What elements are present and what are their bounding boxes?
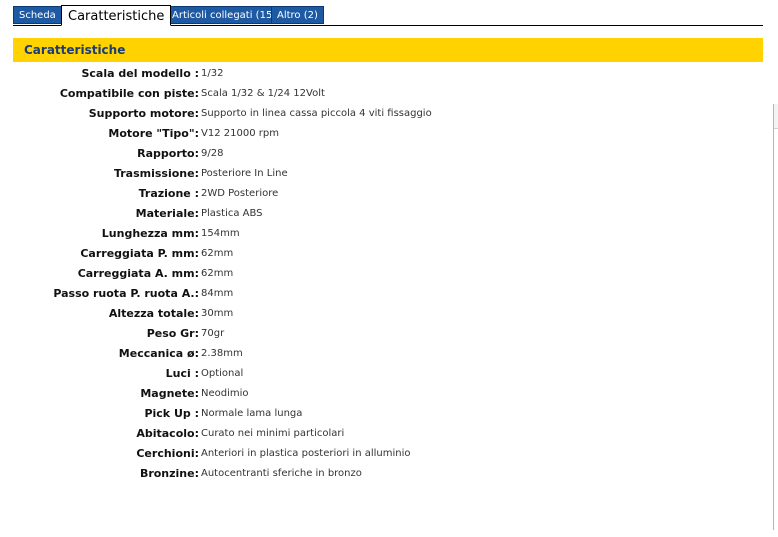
property-value: 62mm: [201, 248, 234, 259]
property-label: Pick Up :: [144, 407, 199, 420]
property-value: Autocentranti sferiche in bronzo: [201, 468, 362, 479]
property-value: Curato nei minimi particolari: [201, 428, 345, 439]
property-value: 2WD Posteriore: [201, 188, 279, 199]
property-label: Lunghezza mm:: [101, 227, 199, 240]
property-row: Pick Up : Normale lama lunga: [0, 404, 760, 424]
property-row: Abitacolo: Curato nei minimi particolari: [0, 424, 760, 444]
property-row: Trasmissione: Posteriore In Line: [0, 164, 760, 184]
property-value: V12 21000 rpm: [201, 128, 279, 139]
property-row: Carreggiata P. mm: 62mm: [0, 244, 760, 264]
property-row: Compatibile con piste: Scala 1/32 & 1/24 …: [0, 84, 760, 104]
property-row: Magnete: Neodimio: [0, 384, 760, 404]
property-row: Scala del modello :1/32: [0, 64, 760, 84]
scrollbar[interactable]: [773, 104, 778, 530]
property-label: Peso Gr:: [146, 327, 199, 340]
property-row: Luci : Optional: [0, 364, 760, 384]
property-value: Scala 1/32 & 1/24 12Volt: [201, 88, 325, 99]
property-value: 30mm: [201, 308, 234, 319]
property-row: Peso Gr: 70gr: [0, 324, 760, 344]
property-value: 154mm: [201, 228, 240, 239]
properties-list: Scala del modello :1/32 Compatibile con …: [0, 64, 760, 484]
property-row: Motore "Tipo": V12 21000 rpm: [0, 124, 760, 144]
property-row: Lunghezza mm: 154mm: [0, 224, 760, 244]
property-label: Rapporto:: [137, 147, 199, 160]
property-label: Luci :: [165, 367, 199, 380]
property-label: Carreggiata A. mm:: [77, 267, 199, 280]
property-row: Rapporto: 9/28: [0, 144, 760, 164]
property-label: Bronzine:: [139, 467, 199, 480]
property-label: Scala del modello :: [81, 67, 199, 80]
property-value: Normale lama lunga: [201, 408, 303, 419]
property-label: Passo ruota P. ruota A.:: [53, 287, 199, 300]
property-label: Magnete:: [140, 387, 199, 400]
property-row: Trazione :2WD Posteriore: [0, 184, 760, 204]
property-row: Bronzine: Autocentranti sferiche in bronz…: [0, 464, 760, 484]
property-value: Plastica ABS: [201, 208, 263, 219]
scrollbar-cap[interactable]: [774, 104, 778, 129]
property-value: Optional: [201, 368, 244, 379]
property-label: Meccanica ø:: [118, 347, 199, 360]
property-row: Cerchioni: Anteriori in plastica posterio…: [0, 444, 760, 464]
property-value: 84mm: [201, 288, 234, 299]
property-label: Trasmissione:: [113, 167, 199, 180]
section-title: Caratteristiche: [13, 38, 763, 62]
property-label: Supporto motore:: [88, 107, 199, 120]
property-label: Materiale:: [135, 207, 199, 220]
property-label: Motore "Tipo":: [108, 127, 199, 140]
property-label: Trazione :: [138, 187, 199, 200]
property-row: Carreggiata A. mm: 62mm: [0, 264, 760, 284]
property-value: 70gr: [201, 328, 225, 339]
property-label: Carreggiata P. mm:: [80, 247, 199, 260]
property-row: Supporto motore: Supporto in linea cassa …: [0, 104, 760, 124]
property-row: Meccanica ø: 2.38mm: [0, 344, 760, 364]
tab-caratteristiche[interactable]: Caratteristiche: [61, 5, 172, 26]
property-row: Materiale: Plastica ABS: [0, 204, 760, 224]
tab-scheda[interactable]: Scheda: [13, 6, 62, 24]
property-row: Altezza totale: 30mm: [0, 304, 760, 324]
property-label: Abitacolo:: [136, 427, 199, 440]
property-value: 1/32: [201, 68, 224, 79]
property-label: Cerchioni:: [136, 447, 199, 460]
property-value: 2.38mm: [201, 348, 243, 359]
tab-altro[interactable]: Altro (2): [271, 6, 324, 24]
property-value: 62mm: [201, 268, 234, 279]
property-label: Compatibile con piste:: [59, 87, 199, 100]
property-value: Posteriore In Line: [201, 168, 288, 179]
property-value: Supporto in linea cassa piccola 4 viti f…: [201, 108, 432, 119]
tab-articoli-collegati[interactable]: Articoli collegati (15): [166, 6, 283, 24]
product-page: Scheda Caratteristiche Articoli collegat…: [0, 0, 778, 537]
property-value: Neodimio: [201, 388, 249, 399]
property-row: Passo ruota P. ruota A.: 84mm: [0, 284, 760, 304]
property-label: Altezza totale:: [108, 307, 199, 320]
tab-bar: Scheda Caratteristiche Articoli collegat…: [13, 5, 778, 27]
property-value: 9/28: [201, 148, 224, 159]
property-value: Anteriori in plastica posteriori in allu…: [201, 448, 411, 459]
